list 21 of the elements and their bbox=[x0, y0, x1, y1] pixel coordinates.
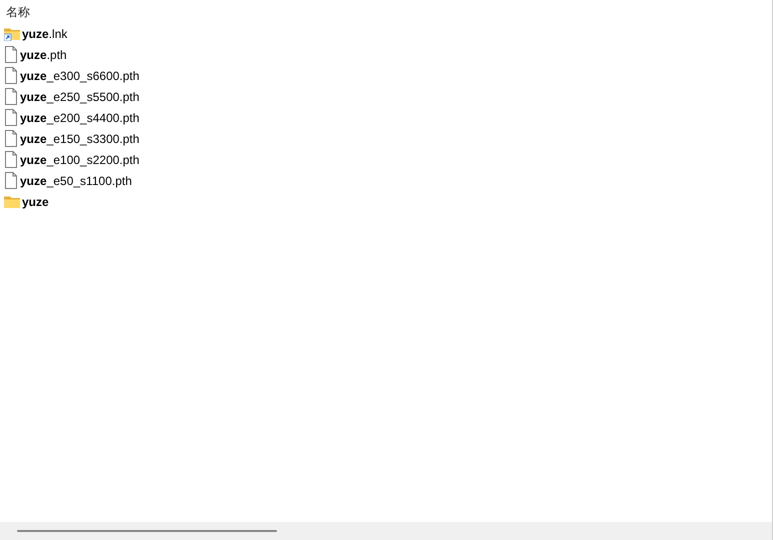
file-name[interactable]: yuze.lnk bbox=[22, 26, 68, 40]
document-icon bbox=[4, 46, 18, 63]
folder-shortcut-icon bbox=[4, 26, 20, 40]
file-name[interactable]: yuze_e200_s4400.pth bbox=[20, 110, 140, 124]
file-name[interactable]: yuze_e100_s2200.pth bbox=[20, 152, 140, 166]
file-name[interactable]: yuze_e50_s1100.pth bbox=[20, 174, 132, 188]
horizontal-scrollbar[interactable] bbox=[0, 522, 772, 540]
scrollbar-thumb[interactable] bbox=[17, 530, 277, 532]
file-name[interactable]: yuze_e250_s5500.pth bbox=[20, 90, 140, 104]
document-icon bbox=[4, 151, 18, 168]
document-icon bbox=[4, 172, 18, 189]
file-name[interactable]: yuze_e300_s6600.pth bbox=[20, 68, 140, 82]
document-icon bbox=[4, 109, 18, 126]
document-icon bbox=[4, 130, 18, 147]
file-name[interactable]: yuze bbox=[22, 194, 49, 208]
file-name[interactable]: yuze.pth bbox=[20, 48, 67, 62]
column-header[interactable]: 名称 bbox=[4, 4, 30, 23]
document-icon bbox=[4, 67, 18, 84]
document-icon bbox=[4, 88, 18, 105]
folder-icon bbox=[4, 194, 20, 208]
file-name[interactable]: yuze_e150_s3300.pth bbox=[20, 132, 140, 146]
